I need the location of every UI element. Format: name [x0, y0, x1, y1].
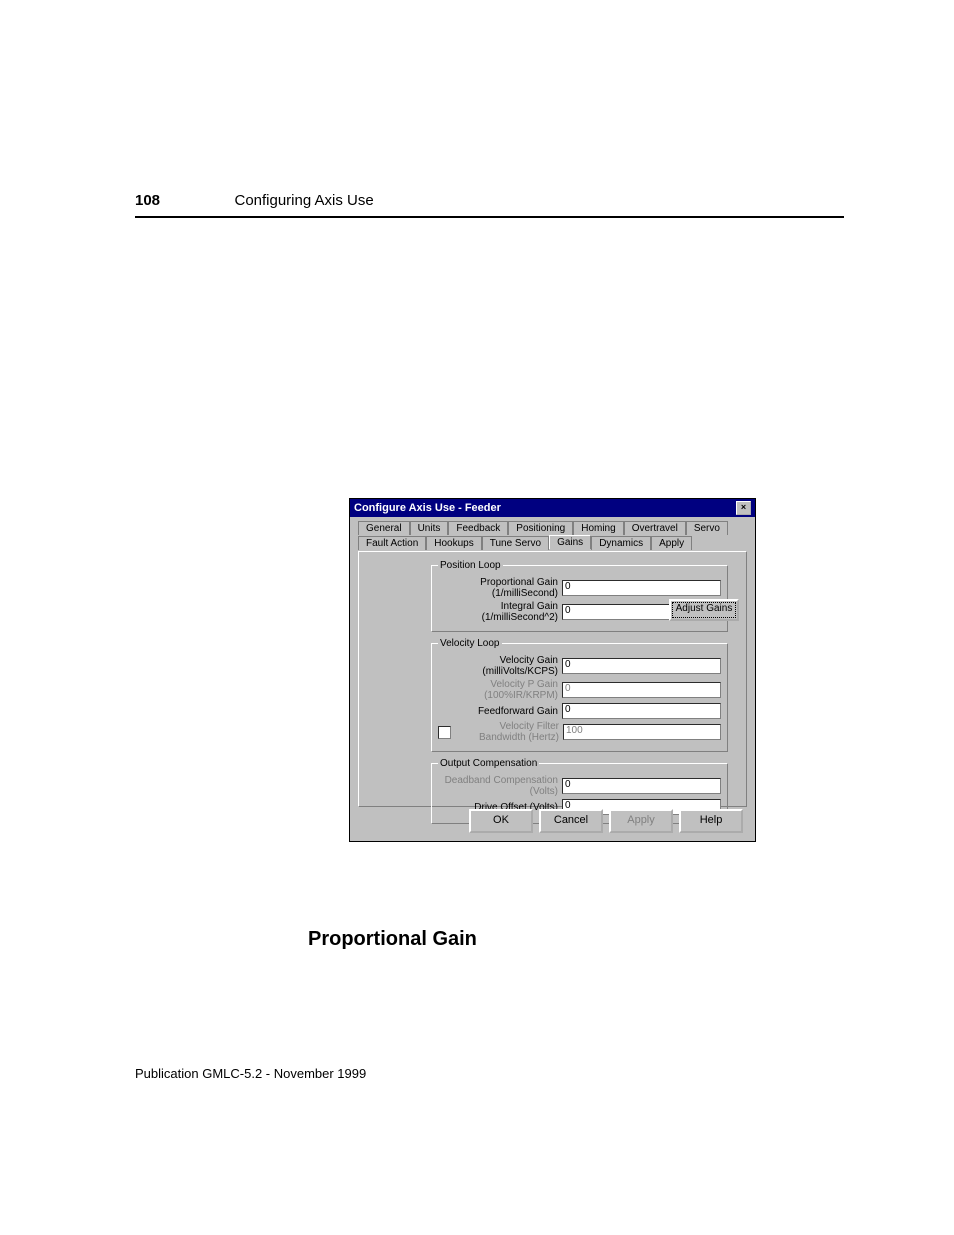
proportional-gain-input[interactable]: 0 [562, 580, 721, 596]
velocity-filter-bw-label: Velocity Filter Bandwidth (Hertz) [455, 721, 563, 743]
velocity-filter-checkbox[interactable] [438, 726, 451, 739]
tab-row-2: Fault Action Hookups Tune Servo Gains Dy… [358, 536, 747, 550]
configure-axis-dialog: Configure Axis Use - Feeder × General Un… [349, 498, 756, 842]
ok-button[interactable]: OK [469, 809, 533, 833]
velocity-gain-input[interactable]: 0 [562, 658, 721, 674]
velocity-gain-label: Velocity Gain (milliVolts/KCPS) [438, 655, 562, 677]
tab-tune-servo[interactable]: Tune Servo [482, 536, 549, 550]
tab-general[interactable]: General [358, 521, 410, 535]
tab-units[interactable]: Units [410, 521, 449, 535]
velocity-p-gain-input: 0 [562, 682, 721, 698]
integral-gain-label: Integral Gain (1/milliSecond^2) [438, 601, 562, 623]
tab-homing[interactable]: Homing [573, 521, 623, 535]
velocity-filter-bw-input: 100 [563, 724, 721, 740]
position-loop-legend: Position Loop [438, 560, 503, 571]
dialog-title: Configure Axis Use - Feeder [354, 502, 501, 514]
position-loop-group: Position Loop Proportional Gain (1/milli… [431, 560, 728, 632]
gains-tabpage: Position Loop Proportional Gain (1/milli… [358, 551, 747, 807]
dialog-button-row: OK Cancel Apply Help [469, 809, 743, 833]
tab-gains[interactable]: Gains [549, 535, 591, 549]
output-compensation-legend: Output Compensation [438, 758, 539, 769]
feedforward-gain-input[interactable]: 0 [562, 703, 721, 719]
adjust-gains-button[interactable]: Adjust Gains [669, 599, 739, 621]
section-heading: Proportional Gain [308, 928, 477, 951]
cancel-button[interactable]: Cancel [539, 809, 603, 833]
tab-apply[interactable]: Apply [651, 536, 692, 550]
velocity-loop-legend: Velocity Loop [438, 638, 502, 649]
tab-positioning[interactable]: Positioning [508, 521, 573, 535]
tab-row-1: General Units Feedback Positioning Homin… [358, 521, 747, 535]
apply-button: Apply [609, 809, 673, 833]
deadband-comp-input[interactable]: 0 [562, 778, 721, 794]
velocity-loop-group: Velocity Loop Velocity Gain (milliVolts/… [431, 638, 728, 752]
deadband-comp-label: Deadband Compensation (Volts) [438, 775, 562, 797]
publication-footer: Publication GMLC-5.2 - November 1999 [135, 1066, 366, 1081]
velocity-p-gain-label: Velocity P Gain (100%IR/KRPM) [438, 679, 562, 701]
header-rule [135, 216, 844, 218]
tab-servo[interactable]: Servo [686, 521, 728, 535]
proportional-gain-label: Proportional Gain (1/milliSecond) [438, 577, 562, 599]
tab-overtravel[interactable]: Overtravel [624, 521, 686, 535]
page-header: 108 Configuring Axis Use [135, 192, 844, 218]
tab-dynamics[interactable]: Dynamics [591, 536, 651, 550]
tab-hookups[interactable]: Hookups [426, 536, 481, 550]
help-button[interactable]: Help [679, 809, 743, 833]
dialog-titlebar: Configure Axis Use - Feeder × [350, 499, 755, 517]
header-title: Configuring Axis Use [234, 192, 373, 209]
feedforward-gain-label: Feedforward Gain [438, 706, 562, 717]
tab-feedback[interactable]: Feedback [448, 521, 508, 535]
close-icon[interactable]: × [736, 501, 751, 515]
page-number: 108 [135, 192, 160, 209]
tab-fault-action[interactable]: Fault Action [358, 536, 426, 550]
